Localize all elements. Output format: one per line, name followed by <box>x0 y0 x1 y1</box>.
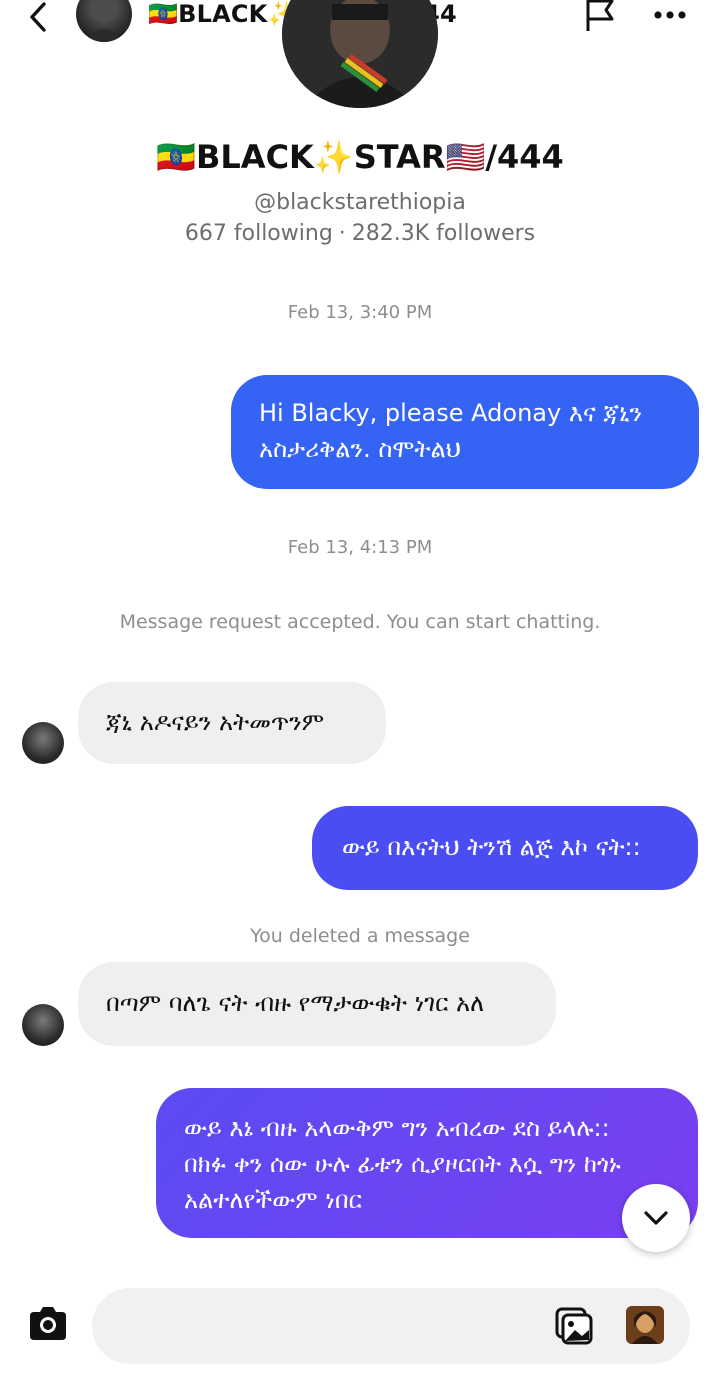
header-avatar[interactable] <box>76 0 132 42</box>
more-options-button[interactable] <box>648 0 692 30</box>
sticker-icon <box>626 1306 664 1344</box>
profile-stats: 667 following · 282.3K followers <box>0 221 720 246</box>
back-button[interactable] <box>22 0 56 34</box>
scroll-to-bottom-button[interactable] <box>622 1184 690 1252</box>
incoming-message[interactable]: ጃኒ አዶናይን አትመጥንም <box>78 682 386 764</box>
outgoing-message[interactable]: Hi Blacky, please Adonay እና ጃኒን አስታሪቅልን.… <box>231 375 699 489</box>
camera-button[interactable] <box>26 1304 70 1344</box>
followers-count[interactable]: 282.3K followers <box>352 221 535 246</box>
message-line: ውይ በእናትህ ትንሽ ልጅ እኮ ናት:: <box>342 833 641 861</box>
following-count[interactable]: 667 following <box>185 221 333 246</box>
sender-avatar[interactable] <box>22 722 64 764</box>
chevron-left-icon <box>30 2 46 32</box>
camera-icon <box>30 1307 66 1340</box>
more-horizontal-icon <box>654 11 686 19</box>
message-line: በክፉ ቀን ሰው ሁሉ ፊቱን ሲያዞርበት እሷ ግን ከጎኑ <box>184 1150 621 1178</box>
system-message: Message request accepted. You can start … <box>119 611 601 633</box>
sticker-button[interactable] <box>626 1306 664 1344</box>
outgoing-message[interactable]: ውይ እኔ ብዙ አላውቅም ግን አብረው ደስ ይላሉ:: በክፉ ቀን ሰ… <box>156 1088 698 1238</box>
flag-icon <box>586 0 614 31</box>
outgoing-message[interactable]: ውይ በእናትህ ትንሽ ልጅ እኮ ናት:: <box>312 806 698 890</box>
sender-avatar[interactable] <box>22 1004 64 1046</box>
message-line: አስታሪቅልን. ስሞትልህ <box>259 435 461 463</box>
profile-photo[interactable] <box>282 0 438 108</box>
message-line: አልተለየችውም ነበር <box>184 1186 362 1214</box>
stats-separator: · <box>338 221 346 246</box>
incoming-message[interactable]: በጣም ባለጌ ናት ብዙ የማታውቁት ነገር አለ <box>78 962 556 1046</box>
message-line: በጣም ባለጌ ናት ብዙ የማታውቁት ነገር አለ <box>106 989 485 1017</box>
profile-name: 🇪🇹BLACK✨STAR🇺🇸/444 <box>156 138 564 176</box>
message-line: Hi Blacky, please Adonay እና ጃኒን <box>259 399 643 427</box>
system-message: You deleted a message <box>250 925 470 947</box>
gallery-icon <box>555 1307 593 1345</box>
gallery-button[interactable] <box>554 1306 594 1346</box>
timestamp: Feb 13, 4:13 PM <box>287 537 433 558</box>
timestamp: Feb 13, 3:40 PM <box>287 302 433 323</box>
message-line: ውይ እኔ ብዙ አላውቅም ግን አብረው ደስ ይላሉ:: <box>184 1114 610 1142</box>
report-button[interactable] <box>582 0 618 34</box>
profile-handle: @blackstarethiopia <box>254 190 466 215</box>
message-input[interactable] <box>92 1288 690 1364</box>
chevron-down-icon <box>644 1211 668 1225</box>
message-line: ጃኒ አዶናይን አትመጥንም <box>106 708 325 736</box>
